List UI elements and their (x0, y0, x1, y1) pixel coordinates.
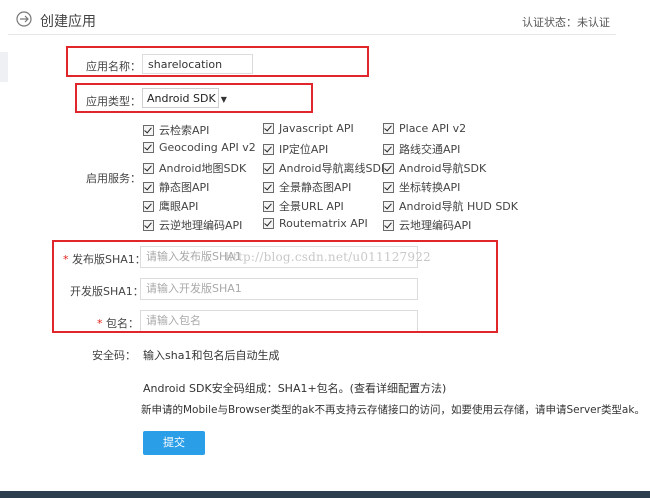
checkbox-checked-icon[interactable] (143, 124, 154, 136)
service-item[interactable]: Geocoding API v2 (143, 141, 256, 155)
service-label: Routematrix API (279, 217, 368, 230)
service-label: Android导航离线SDK (279, 162, 389, 175)
submit-button[interactable]: 提交 (143, 431, 205, 455)
checkbox-checked-icon[interactable] (383, 219, 394, 231)
checkbox-checked-icon[interactable] (263, 162, 274, 174)
service-label: Place API v2 (399, 122, 467, 135)
service-item[interactable]: 路线交通API (383, 141, 461, 156)
checkbox-checked-icon[interactable] (383, 122, 394, 134)
service-label: 全景URL API (279, 200, 344, 213)
checkbox-checked-icon[interactable] (383, 162, 394, 174)
checkbox-checked-icon[interactable] (143, 181, 154, 193)
highlight-app-name (66, 46, 369, 77)
left-panel-edge (0, 52, 8, 82)
service-label: 云检索API (159, 124, 210, 137)
security-code-label: 安全码： (92, 349, 136, 362)
service-item[interactable]: 全景静态图API (263, 179, 352, 194)
service-label: IP定位API (279, 143, 329, 156)
storage-note: 新申请的Mobile与Browser类型的ak不再支持云存储接口的访问，如要使用… (141, 404, 645, 416)
service-label: 云逆地理编码API (159, 219, 243, 232)
service-label: 云地理编码API (399, 219, 472, 232)
verification-status: 认证状态：未认证 (522, 16, 610, 29)
service-item[interactable]: Javascript API (263, 122, 354, 136)
service-label: Javascript API (279, 122, 354, 135)
service-item[interactable]: 静态图API (143, 179, 210, 194)
service-item[interactable]: 云地理编码API (383, 217, 472, 232)
header-divider (8, 34, 616, 35)
checkbox-checked-icon[interactable] (383, 143, 394, 155)
checkbox-checked-icon[interactable] (383, 181, 394, 193)
checkbox-checked-icon[interactable] (263, 200, 274, 212)
service-item[interactable]: Android导航离线SDK (263, 160, 389, 175)
footer-bar (0, 491, 650, 498)
service-label: 全景静态图API (279, 181, 352, 194)
service-label: Android导航 HUD SDK (399, 200, 518, 213)
checkbox-checked-icon[interactable] (263, 181, 274, 193)
checkbox-checked-icon[interactable] (383, 200, 394, 212)
checkbox-checked-icon[interactable] (263, 143, 274, 155)
service-label: 静态图API (159, 181, 210, 194)
back-arrow-icon[interactable] (16, 11, 32, 27)
service-label: 路线交通API (399, 143, 461, 156)
checkbox-checked-icon[interactable] (143, 219, 154, 231)
service-label: 坐标转换API (399, 181, 461, 194)
service-item[interactable]: Android导航SDK (383, 160, 487, 175)
highlight-app-type (75, 83, 313, 113)
checkbox-checked-icon[interactable] (143, 141, 154, 153)
service-item[interactable]: Routematrix API (263, 217, 368, 231)
service-item[interactable]: 云逆地理编码API (143, 217, 243, 232)
service-label: 鹰眼API (159, 200, 199, 213)
service-label: Geocoding API v2 (159, 141, 256, 154)
service-item[interactable]: 云检索API (143, 122, 210, 137)
service-label: Android导航SDK (399, 162, 487, 175)
service-item[interactable]: IP定位API (263, 141, 329, 156)
service-label: Android地图SDK (159, 162, 247, 175)
service-item[interactable]: 全景URL API (263, 198, 344, 213)
checkbox-checked-icon[interactable] (263, 217, 274, 229)
sdk-security-note: Android SDK安全码组成：SHA1+包名。(查看详细配置方法) (143, 382, 447, 395)
services-label: 启用服务： (86, 172, 141, 185)
service-item[interactable]: 鹰眼API (143, 198, 199, 213)
service-item[interactable]: Android导航 HUD SDK (383, 198, 518, 213)
service-item[interactable]: Place API v2 (383, 122, 466, 136)
service-item[interactable]: Android地图SDK (143, 160, 247, 175)
security-code-value: 输入sha1和包名后自动生成 (143, 349, 280, 362)
checkbox-checked-icon[interactable] (143, 200, 154, 212)
service-item[interactable]: 坐标转换API (383, 179, 461, 194)
checkbox-checked-icon[interactable] (143, 162, 154, 174)
checkbox-checked-icon[interactable] (263, 122, 274, 134)
page-title: 创建应用 (40, 14, 96, 30)
highlight-sha1-fields (52, 240, 498, 333)
